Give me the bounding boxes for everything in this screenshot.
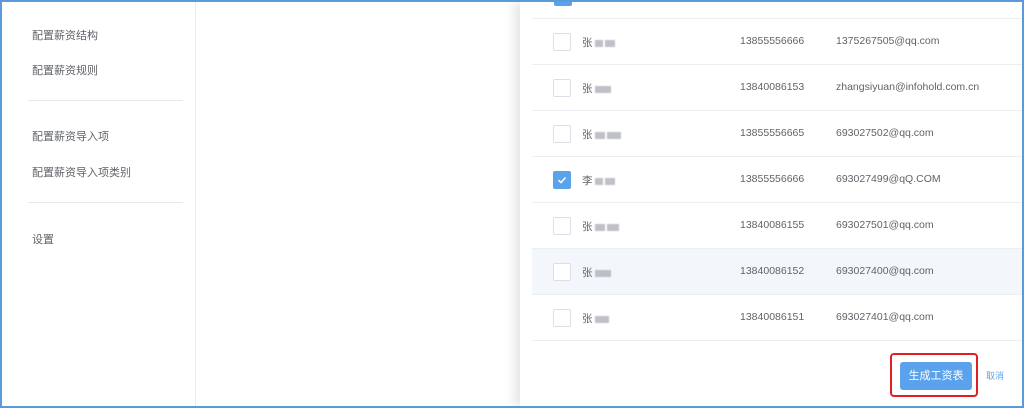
- employee-phone: 13840086153: [740, 81, 805, 93]
- check-icon: [557, 176, 567, 184]
- redacted-text: [594, 315, 609, 323]
- employee-name: 张: [582, 127, 621, 142]
- table-row[interactable]: 张 13855556666 1375267505@qq.com: [532, 19, 1022, 65]
- employee-email: 693027400@qq.com: [836, 265, 934, 277]
- employee-selection-drawer: 张 13855556666 1375267505@qq.com 张 138400…: [520, 0, 1022, 406]
- table-row-hovered[interactable]: 张 13840086152 693027400@qq.com: [532, 249, 1022, 295]
- employee-email: zhangsiyuan@infohold.com.cn: [836, 81, 980, 93]
- redacted-text: [606, 131, 621, 139]
- row-checkbox[interactable]: [553, 309, 571, 327]
- redacted-text: [606, 223, 619, 231]
- employee-phone: 13840086152: [740, 265, 805, 277]
- row-checkbox[interactable]: [553, 125, 571, 143]
- row-checkbox-checked[interactable]: [553, 171, 571, 189]
- generate-payroll-button[interactable]: 生成工资表: [900, 362, 972, 390]
- employee-phone: 13855556666: [740, 173, 805, 185]
- table-row[interactable]: 张 13840086151 693027401@qq.com: [532, 295, 1022, 341]
- redacted-text: [594, 177, 603, 185]
- employee-phone: 13840086151: [740, 311, 805, 323]
- main-content-area: [197, 2, 520, 406]
- employee-email: 693027499@qQ.COM: [836, 173, 941, 185]
- employee-email: 693027401@qq.com: [836, 311, 934, 323]
- sidebar-divider: [28, 100, 183, 101]
- sidebar-item-salary-structure[interactable]: 配置薪资结构: [32, 27, 98, 43]
- redacted-text: [594, 223, 605, 231]
- employee-phone: 13840086155: [740, 219, 805, 231]
- employee-name: 张: [582, 219, 619, 234]
- employee-phone: 13855556666: [740, 35, 805, 47]
- sidebar: 配置薪资结构 配置薪资规则 配置薪资导入项 配置薪资导入项类别 设置: [2, 2, 196, 406]
- employee-phone: 13855556665: [740, 127, 805, 139]
- redacted-text: [594, 131, 605, 139]
- redacted-text: [594, 85, 611, 93]
- employee-name: 张: [582, 35, 615, 50]
- sidebar-item-salary-rules[interactable]: 配置薪资规则: [32, 62, 98, 78]
- sidebar-item-import-items[interactable]: 配置薪资导入项: [32, 128, 109, 144]
- row-checkbox[interactable]: [553, 217, 571, 235]
- employee-email: 1375267505@qq.com: [836, 35, 940, 47]
- table-row[interactable]: 张 13855556665 693027502@qq.com: [532, 111, 1022, 157]
- redacted-text: [594, 39, 603, 47]
- redacted-text: [594, 269, 611, 277]
- sidebar-item-import-item-categories[interactable]: 配置薪资导入项类别: [32, 164, 131, 180]
- row-checkbox[interactable]: [553, 33, 571, 51]
- table-row[interactable]: 张 13840086155 693027501@qq.com: [532, 203, 1022, 249]
- employee-name: 张: [582, 311, 609, 326]
- row-checkbox[interactable]: [553, 79, 571, 97]
- header-checkbox-partial[interactable]: [554, 0, 572, 6]
- employee-name: 张: [582, 265, 611, 280]
- row-checkbox[interactable]: [553, 263, 571, 281]
- employee-email: 693027501@qq.com: [836, 219, 934, 231]
- employee-name: 张: [582, 81, 611, 96]
- sidebar-item-settings[interactable]: 设置: [32, 231, 54, 247]
- redacted-text: [604, 177, 615, 185]
- employee-name: 李: [582, 173, 615, 188]
- sidebar-divider: [28, 202, 183, 203]
- cancel-link[interactable]: 取消: [986, 369, 1004, 382]
- employee-email: 693027502@qq.com: [836, 127, 934, 139]
- table-row[interactable]: 李 13855556666 693027499@qQ.COM: [532, 157, 1022, 203]
- redacted-text: [604, 39, 615, 47]
- table-row[interactable]: 张 13840086153 zhangsiyuan@infohold.com.c…: [532, 65, 1022, 111]
